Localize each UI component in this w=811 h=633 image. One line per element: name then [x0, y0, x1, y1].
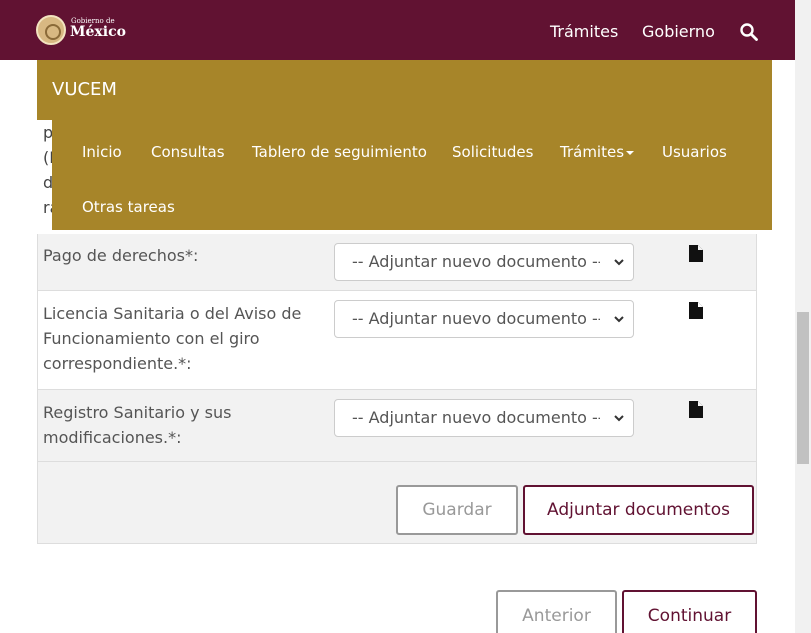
caret-down-icon	[626, 150, 635, 155]
document-select-value: -- Adjuntar nuevo documento --	[352, 252, 600, 271]
attach-documents-button[interactable]: Adjuntar documentos	[523, 485, 754, 535]
menu-item-consultas[interactable]: Consultas	[151, 143, 225, 161]
file-icon[interactable]	[689, 302, 703, 319]
document-label: Registro Sanitario y sus modificaciones.…	[43, 403, 232, 447]
menu-item-inicio[interactable]: Inicio	[82, 143, 122, 161]
page-scrollbar[interactable]	[795, 0, 811, 633]
coat-of-arms-icon	[36, 15, 66, 45]
table-row: Licencia Sanitaria o del Aviso de Funcio…	[38, 291, 756, 390]
document-select[interactable]: -- Adjuntar nuevo documento --	[334, 300, 634, 338]
menu-item-tablero[interactable]: Tablero de seguimiento	[252, 143, 427, 161]
vucem-title[interactable]: VUCEM	[52, 79, 117, 100]
nav-link-tramites[interactable]: Trámites	[550, 22, 618, 41]
scrollbar-thumb[interactable]	[797, 312, 809, 464]
chevron-down-icon	[614, 259, 624, 266]
menu-item-tramites-label: Trámites	[560, 143, 625, 161]
logo-big-text: México	[70, 24, 126, 40]
menu-item-solicitudes[interactable]: Solicitudes	[452, 143, 533, 161]
gob-header: Gobierno de México Trámites Gobierno	[0, 0, 795, 60]
table-row: Registro Sanitario y sus modificaciones.…	[38, 390, 756, 462]
chevron-down-icon	[614, 415, 624, 422]
document-select-value: -- Adjuntar nuevo documento --	[352, 309, 600, 328]
gob-mx-logo[interactable]: Gobierno de México	[36, 14, 126, 46]
document-select[interactable]: -- Adjuntar nuevo documento --	[334, 243, 634, 281]
menu-item-usuarios[interactable]: Usuarios	[662, 143, 727, 161]
document-label: Pago de derechos*:	[43, 246, 199, 265]
continue-button[interactable]: Continuar	[622, 590, 757, 633]
document-label: Licencia Sanitaria o del Aviso de Funcio…	[43, 304, 302, 373]
menu-item-otras-tareas[interactable]: Otras tareas	[82, 198, 175, 216]
documents-table: Pago de derechos*: -- Adjuntar nuevo doc…	[37, 234, 757, 544]
file-icon[interactable]	[689, 401, 703, 418]
save-button[interactable]: Guardar	[396, 485, 518, 535]
vucem-banner: VUCEM	[37, 60, 772, 120]
menu-item-tramites[interactable]: Trámites	[560, 143, 635, 161]
document-select[interactable]: -- Adjuntar nuevo documento --	[334, 399, 634, 437]
nav-link-gobierno[interactable]: Gobierno	[642, 22, 715, 41]
document-select-value: -- Adjuntar nuevo documento --	[352, 408, 600, 427]
search-icon[interactable]	[739, 22, 759, 42]
table-row: Pago de derechos*: -- Adjuntar nuevo doc…	[38, 234, 756, 291]
table-actions: Guardar Adjuntar documentos	[38, 462, 756, 543]
previous-button[interactable]: Anterior	[496, 590, 617, 633]
vucem-nav-menu: Inicio Consultas Tablero de seguimiento …	[52, 120, 772, 230]
chevron-down-icon	[614, 316, 624, 323]
file-icon[interactable]	[689, 245, 703, 262]
